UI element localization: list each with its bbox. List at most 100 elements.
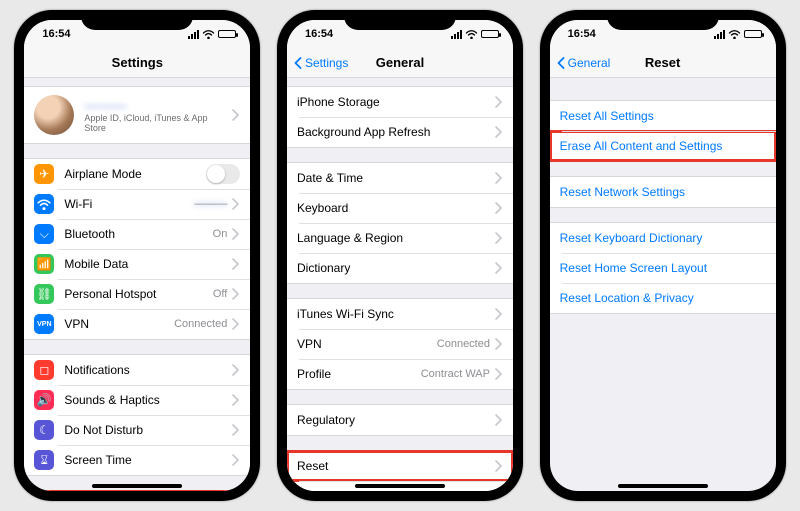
chevron-right-icon	[494, 126, 503, 138]
airplane-mode-row[interactable]: ✈︎ Airplane Mode	[24, 159, 250, 189]
reset-network-row[interactable]: Reset Network Settings	[550, 177, 776, 207]
airplane-toggle[interactable]	[206, 164, 240, 184]
group-reset-misc: Reset Keyboard Dictionary Reset Home Scr…	[550, 222, 776, 314]
reset-all-settings-row[interactable]: Reset All Settings	[550, 101, 776, 131]
reset-keyboard-row[interactable]: Reset Keyboard Dictionary	[550, 223, 776, 253]
regulatory-row[interactable]: Regulatory	[287, 405, 513, 435]
home-indicator[interactable]	[355, 484, 445, 488]
group-storage: iPhone Storage Background App Refresh	[287, 86, 513, 148]
page-title: General	[376, 55, 424, 70]
row-label: Reset Location & Privacy	[560, 291, 766, 305]
row-label: Regulatory	[297, 413, 494, 427]
language-region-row[interactable]: Language & Region	[287, 223, 513, 253]
iphone-storage-row[interactable]: iPhone Storage	[287, 87, 513, 117]
chevron-right-icon	[231, 288, 240, 300]
row-label: Screen Time	[64, 453, 231, 467]
dictionary-row[interactable]: Dictionary	[287, 253, 513, 283]
battery-icon	[744, 30, 762, 38]
row-label: Reset Keyboard Dictionary	[560, 231, 766, 245]
keyboard-row[interactable]: Keyboard	[287, 193, 513, 223]
profile-row[interactable]: ProfileContract WAP	[287, 359, 513, 389]
reset-row[interactable]: Reset	[287, 451, 513, 481]
vpn-icon: VPN	[34, 314, 54, 334]
row-value: Contract WAP	[421, 368, 490, 380]
reset-location-row[interactable]: Reset Location & Privacy	[550, 283, 776, 313]
row-label: Reset Network Settings	[560, 185, 766, 199]
itunes-wifi-row[interactable]: iTunes Wi-Fi Sync	[287, 299, 513, 329]
phone-general: 16:54 Settings General iPhone Storage Ba…	[277, 10, 523, 501]
navbar: Settings	[24, 48, 250, 78]
erase-all-row[interactable]: Erase All Content and Settings	[550, 131, 776, 161]
phone-reset: 16:54 General Reset Reset All Settings E…	[540, 10, 786, 501]
notifications-row[interactable]: ◻︎ Notifications	[24, 355, 250, 385]
vpn-row[interactable]: VPNConnected	[287, 329, 513, 359]
bg-refresh-row[interactable]: Background App Refresh	[287, 117, 513, 147]
chevron-right-icon	[494, 172, 503, 184]
row-label: Wi-Fi	[64, 197, 194, 211]
navbar: General Reset	[550, 48, 776, 78]
home-indicator[interactable]	[618, 484, 708, 488]
profile-name: ———	[84, 97, 231, 113]
sounds-icon: 🔊	[34, 390, 54, 410]
hotspot-icon: ⛓	[34, 284, 54, 304]
hotspot-row[interactable]: ⛓ Personal Hotspot Off	[24, 279, 250, 309]
group-conn: iTunes Wi-Fi Sync VPNConnected ProfileCo…	[287, 298, 513, 390]
signal-icon	[451, 30, 462, 39]
back-button[interactable]: Settings	[293, 48, 348, 77]
chevron-right-icon	[494, 460, 503, 472]
navbar: Settings General	[287, 48, 513, 78]
signal-icon	[714, 30, 725, 39]
bluetooth-row[interactable]: ⌵ Bluetooth On	[24, 219, 250, 249]
page-title: Settings	[112, 55, 163, 70]
row-label: Do Not Disturb	[64, 423, 231, 437]
hourglass-icon: ⌛︎	[34, 450, 54, 470]
group-reset-network: Reset Network Settings	[550, 176, 776, 208]
back-button[interactable]: General	[556, 48, 611, 77]
back-label: Settings	[305, 56, 348, 70]
wifi-value: ———	[194, 198, 227, 210]
wifi-icon	[34, 194, 54, 214]
chevron-right-icon	[231, 198, 240, 210]
row-label: Airplane Mode	[64, 167, 206, 181]
row-label: iTunes Wi-Fi Sync	[297, 307, 494, 321]
row-label: Notifications	[64, 363, 231, 377]
apple-id-row[interactable]: ——— Apple ID, iCloud, iTunes & App Store	[24, 87, 250, 143]
row-label: VPN	[64, 317, 174, 331]
status-time: 16:54	[305, 28, 333, 40]
screen-time-row[interactable]: ⌛︎ Screen Time	[24, 445, 250, 475]
vpn-value: Connected	[174, 318, 227, 330]
signal-icon	[188, 30, 199, 39]
page-title: Reset	[645, 55, 680, 70]
bluetooth-value: On	[213, 228, 228, 240]
group-reset-all: Reset All Settings Erase All Content and…	[550, 100, 776, 162]
group-locale: Date & Time Keyboard Language & Region D…	[287, 162, 513, 284]
dnd-row[interactable]: ☾ Do Not Disturb	[24, 415, 250, 445]
mobile-data-row[interactable]: 📶 Mobile Data	[24, 249, 250, 279]
row-label: Date & Time	[297, 171, 494, 185]
vpn-row[interactable]: VPN VPN Connected	[24, 309, 250, 339]
date-time-row[interactable]: Date & Time	[287, 163, 513, 193]
row-label: Language & Region	[297, 231, 494, 245]
system-group: ◻︎ Notifications 🔊 Sounds & Haptics ☾ Do…	[24, 354, 250, 476]
sounds-row[interactable]: 🔊 Sounds & Haptics	[24, 385, 250, 415]
chevron-right-icon	[494, 202, 503, 214]
row-label: Sounds & Haptics	[64, 393, 231, 407]
wifi-row[interactable]: Wi-Fi ———	[24, 189, 250, 219]
moon-icon: ☾	[34, 420, 54, 440]
chevron-right-icon	[494, 308, 503, 320]
row-label: Reset All Settings	[560, 109, 766, 123]
row-label: Shut Down	[297, 489, 503, 491]
battery-icon	[218, 30, 236, 38]
chevron-right-icon	[494, 232, 503, 244]
row-value: Connected	[437, 338, 490, 350]
row-label: Background App Refresh	[297, 125, 494, 139]
status-time: 16:54	[42, 28, 70, 40]
wifi-status-icon	[465, 29, 478, 39]
avatar	[34, 95, 74, 135]
chevron-right-icon	[231, 394, 240, 406]
chevron-right-icon	[231, 228, 240, 240]
reset-home-row[interactable]: Reset Home Screen Layout	[550, 253, 776, 283]
chevron-right-icon	[494, 368, 503, 380]
home-indicator[interactable]	[92, 484, 182, 488]
chevron-right-icon	[494, 262, 503, 274]
